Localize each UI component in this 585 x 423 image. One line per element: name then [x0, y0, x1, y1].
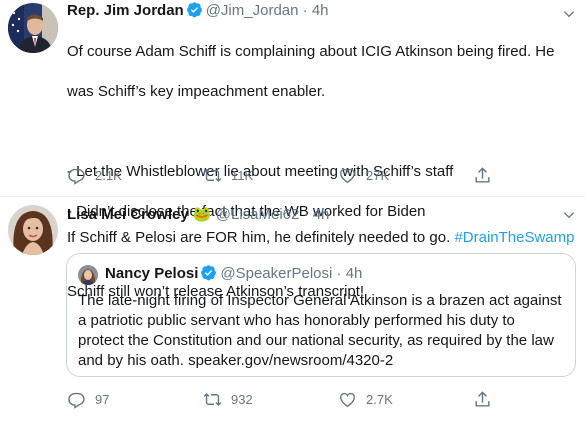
text-line: The late-night firing of Inspector Gener… [78, 292, 562, 309]
chevron-down-icon[interactable] [561, 6, 577, 22]
quoted-tweet-text: The late-night firing of Inspector Gener… [78, 291, 568, 371]
verified-badge-icon [186, 2, 202, 18]
retweet-button[interactable]: 11K [203, 166, 253, 185]
author-handle[interactable]: @SpeakerPelosi [220, 265, 332, 282]
like-button[interactable]: 27K [338, 166, 389, 185]
timestamp[interactable]: 4h [346, 265, 363, 282]
retweet-icon [203, 392, 222, 407]
author-name[interactable]: Rep. Jim Jordan [67, 2, 184, 19]
tweet-jim-jordan[interactable]: Rep. Jim Jordan @Jim_Jordan · 4h Of cours… [0, 0, 585, 300]
reply-button[interactable]: 97 [67, 390, 109, 409]
reply-count: 97 [95, 392, 110, 407]
like-count: 27K [366, 168, 390, 183]
share-icon [475, 391, 490, 407]
like-count: 2.7K [366, 392, 393, 407]
tweet-actions: 2.1K 11K 27K [67, 166, 567, 186]
text-line: protect the Constitution and our nationa… [78, 332, 554, 349]
retweet-button[interactable]: 932 [203, 390, 253, 409]
text-line: If Schiff & Pelosi are FOR him, he defin… [67, 229, 451, 246]
separator: · [303, 206, 309, 223]
reply-button[interactable]: 2.1K [67, 166, 122, 185]
hashtag-link[interactable]: #DrainTheSwamp [454, 229, 574, 246]
tweet-lisa-mei-crowley[interactable]: Lisa Mei Crowley 🐸 @LisaMei62 · 4h If Sc… [0, 197, 585, 423]
timestamp[interactable]: 4h [312, 2, 329, 19]
avatar[interactable] [8, 3, 58, 53]
tweet-actions: 97 932 2.7K [67, 390, 567, 410]
like-icon [340, 392, 355, 408]
retweet-count: 932 [231, 392, 253, 407]
author-handle[interactable]: @LisaMei62 [216, 206, 300, 223]
text-line: a patriotic public servant who has honor… [78, 312, 515, 329]
separator: · [302, 2, 308, 19]
text-line: was Schiff’s key impeachment enabler. [67, 83, 326, 100]
text-line: and by his oath. speaker.gov/newsroom/43… [78, 352, 394, 369]
avatar[interactable] [78, 265, 98, 285]
reply-icon [68, 168, 85, 185]
frog-emoji-icon: 🐸 [192, 206, 212, 223]
like-icon [340, 168, 355, 184]
tweet-text: If Schiff & Pelosi are FOR him, he defin… [67, 228, 577, 248]
tweet-header: Rep. Jim Jordan @Jim_Jordan · 4h [67, 1, 329, 21]
reply-count: 2.1K [95, 168, 122, 183]
text-line: Of course Adam Schiff is complaining abo… [67, 43, 555, 60]
author-handle[interactable]: @Jim_Jordan [206, 2, 299, 19]
author-name[interactable]: Lisa Mei Crowley [67, 206, 189, 223]
retweet-icon [203, 168, 222, 183]
like-button[interactable]: 2.7K [338, 390, 393, 409]
verified-badge-icon [201, 265, 217, 281]
author-name[interactable]: Nancy Pelosi [105, 265, 198, 282]
tweet-header: Lisa Mei Crowley 🐸 @LisaMei62 · 4h [67, 205, 329, 225]
share-button[interactable] [473, 390, 501, 409]
share-icon [475, 167, 490, 183]
reply-icon [68, 392, 85, 409]
timestamp[interactable]: 4h [313, 206, 330, 223]
share-button[interactable] [473, 166, 501, 185]
quoted-tweet[interactable]: Nancy Pelosi @SpeakerPelosi · 4h The late… [66, 253, 576, 377]
quoted-tweet-header: Nancy Pelosi @SpeakerPelosi · 4h [105, 264, 362, 284]
retweet-count: 11K [231, 168, 254, 183]
avatar[interactable] [8, 205, 58, 255]
separator: · [336, 265, 342, 282]
chevron-down-icon[interactable] [561, 207, 577, 223]
